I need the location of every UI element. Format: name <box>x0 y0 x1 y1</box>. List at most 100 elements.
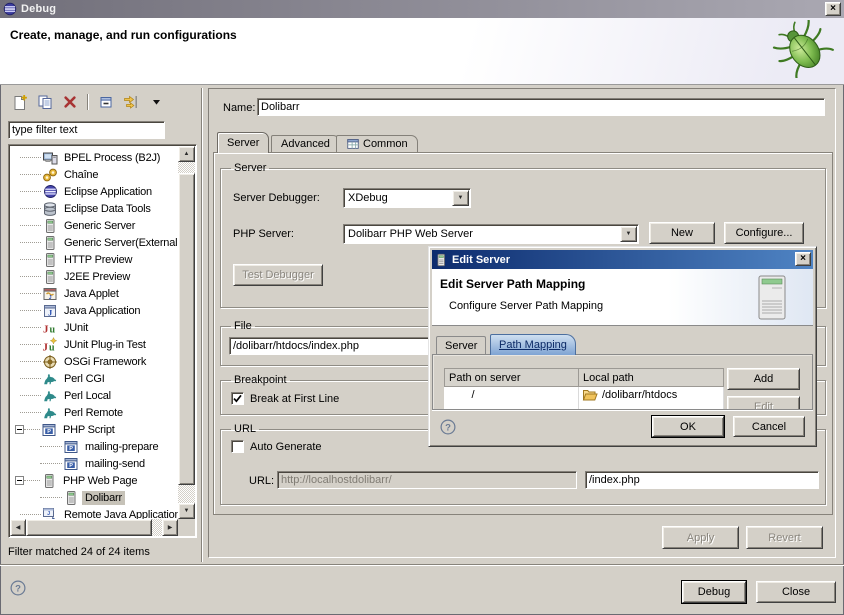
auto-generate-checkbox[interactable] <box>231 440 244 453</box>
php-server-label: PHP Server: <box>233 228 294 240</box>
test-debugger-button[interactable]: Test Debugger <box>233 264 323 286</box>
scroll-right-arrow[interactable]: ▶ <box>162 519 178 536</box>
tree-item[interactable]: Eclipse Data Tools <box>10 200 178 217</box>
tree-item[interactable]: Perl Remote <box>10 404 178 421</box>
tree-item[interactable]: Pmailing-prepare <box>10 438 178 455</box>
ok-button[interactable]: OK <box>652 416 724 437</box>
debug-button[interactable]: Debug <box>682 581 746 603</box>
php-window-icon: P <box>63 456 79 472</box>
configure-server-button[interactable]: Configure... <box>724 222 804 244</box>
close-button[interactable]: Close <box>756 581 836 603</box>
tree-item[interactable]: Perl CGI <box>10 370 178 387</box>
toolbar-menu-button[interactable] <box>146 93 166 111</box>
tree-item[interactable]: OSGi Framework <box>10 353 178 370</box>
horizontal-scroll-thumb[interactable] <box>26 519 152 536</box>
scroll-down-arrow[interactable]: ▼ <box>178 503 195 519</box>
tree-list: BPEL Process (B2J) ChaîneEclipse Applicat… <box>10 146 178 519</box>
tree-item-label: PHP Script <box>60 423 118 437</box>
server-debugger-select[interactable]: XDebug ▼ <box>343 188 471 208</box>
edit-server-titlebar[interactable]: Edit Server × <box>432 250 813 269</box>
svg-text:?: ? <box>15 584 21 595</box>
tree-item[interactable]: JuJUnit <box>10 319 178 336</box>
tree-item[interactable]: BPEL Process (B2J) <box>10 149 178 166</box>
debug-configurations-window: { "window": { "title": "Debug", "title_i… <box>0 0 844 615</box>
duplicate-configuration-button[interactable] <box>35 93 55 111</box>
new-configuration-button[interactable] <box>10 93 30 111</box>
local-path-cell[interactable]: /dolibarr/htdocs <box>579 387 724 404</box>
apply-button[interactable]: Apply <box>662 526 739 549</box>
configuration-name-input[interactable] <box>257 98 825 116</box>
new-server-button[interactable]: New <box>649 222 715 244</box>
tree-item[interactable]: JJava Applet <box>10 285 178 302</box>
base-url-input <box>277 471 577 489</box>
mapping-row[interactable]: //dolibarr/htdocs <box>445 387 724 404</box>
tree-item[interactable]: PPHP Script <box>10 421 178 438</box>
svg-text:u: u <box>50 324 56 335</box>
add-mapping-button[interactable]: Add <box>727 368 800 390</box>
tab-advanced[interactable]: Advanced <box>271 135 340 152</box>
delete-configuration-button[interactable] <box>60 93 80 111</box>
svg-text:P: P <box>69 463 73 469</box>
dialog-tab-path-mapping[interactable]: Path Mapping <box>490 334 576 355</box>
tree-expander[interactable] <box>15 425 24 434</box>
tree-item-label: Perl Local <box>61 389 114 403</box>
php-server-select[interactable]: Dolibarr PHP Web Server ▼ <box>343 224 639 244</box>
panel-divider <box>201 88 203 562</box>
footer-buttons: Debug Close <box>682 581 836 603</box>
tree-horizontal-scrollbar[interactable]: ◀ ▶ <box>10 519 178 536</box>
tree-item[interactable]: JuJUnit Plug-in Test <box>10 336 178 353</box>
tree-item[interactable]: Dolibarr <box>10 489 178 506</box>
svg-text:?: ? <box>445 422 451 433</box>
junit-plugin-icon: Ju <box>42 337 58 353</box>
dropdown-arrow-icon[interactable]: ▼ <box>452 190 469 206</box>
tree-item[interactable]: Generic Server(External Lau <box>10 234 178 251</box>
scroll-up-arrow[interactable]: ▲ <box>178 146 195 162</box>
filter-input[interactable] <box>8 121 165 139</box>
tree-expander[interactable] <box>15 476 24 485</box>
url-path-input[interactable] <box>585 471 819 489</box>
server-path-cell[interactable]: / <box>445 387 579 404</box>
tree-item[interactable]: JJava Application <box>10 302 178 319</box>
column-path-on-server[interactable]: Path on server <box>445 369 579 387</box>
revert-button[interactable]: Revert <box>746 526 823 549</box>
tree-item-label: Chaîne <box>61 168 101 182</box>
dropdown-arrow-icon[interactable]: ▼ <box>620 226 637 242</box>
server-icon <box>41 473 57 489</box>
window-close-button[interactable]: × <box>825 2 841 16</box>
collapse-all-button[interactable] <box>96 93 116 111</box>
vertical-scroll-thumb[interactable] <box>178 173 195 485</box>
applet-window-icon: J <box>42 286 58 302</box>
dialog-help-icon[interactable]: ? <box>440 419 456 435</box>
dialog-close-button[interactable]: × <box>795 252 811 266</box>
tree-item[interactable]: Chaîne <box>10 166 178 183</box>
cancel-button[interactable]: Cancel <box>733 416 805 437</box>
dialog-tab-server-label: Server <box>445 340 477 352</box>
filter-configurations-button[interactable] <box>121 93 141 111</box>
tree-item[interactable]: PHP Web Page <box>10 472 178 489</box>
tree-item[interactable]: Perl Local <box>10 387 178 404</box>
dialog-tab-server[interactable]: Server <box>436 336 486 355</box>
perl-camel-icon <box>42 405 58 421</box>
tree-item[interactable]: Eclipse Application <box>10 183 178 200</box>
footer-divider <box>0 564 844 566</box>
help-icon[interactable]: ? <box>10 580 27 597</box>
dialog-tab-path-mapping-label: Path Mapping <box>499 339 567 351</box>
path-mapping-table[interactable]: Path on server Local path //dolibarr/htd… <box>444 368 724 414</box>
tab-server[interactable]: Server <box>217 132 269 153</box>
java-window-icon: J <box>42 303 58 319</box>
server-debugger-value: XDebug <box>344 192 451 204</box>
tree-item[interactable]: HTTP Preview <box>10 251 178 268</box>
server-icon <box>434 253 448 267</box>
tab-common[interactable]: Common <box>336 135 418 152</box>
window-titlebar[interactable]: Debug × <box>0 0 844 18</box>
tree-item[interactable]: JRemote Java Application <box>10 506 178 519</box>
scroll-left-arrow[interactable]: ◀ <box>10 519 26 536</box>
tree-item[interactable]: J2EE Preview <box>10 268 178 285</box>
column-local-path[interactable]: Local path <box>579 369 724 387</box>
junit-icon: Ju <box>42 320 58 336</box>
tree-vertical-scrollbar[interactable]: ▲ ▼ <box>178 146 195 519</box>
tree-item[interactable]: Pmailing-send <box>10 455 178 472</box>
tree-item[interactable]: Generic Server <box>10 217 178 234</box>
break-at-first-line-checkbox[interactable] <box>231 392 244 405</box>
svg-text:J: J <box>47 511 50 517</box>
